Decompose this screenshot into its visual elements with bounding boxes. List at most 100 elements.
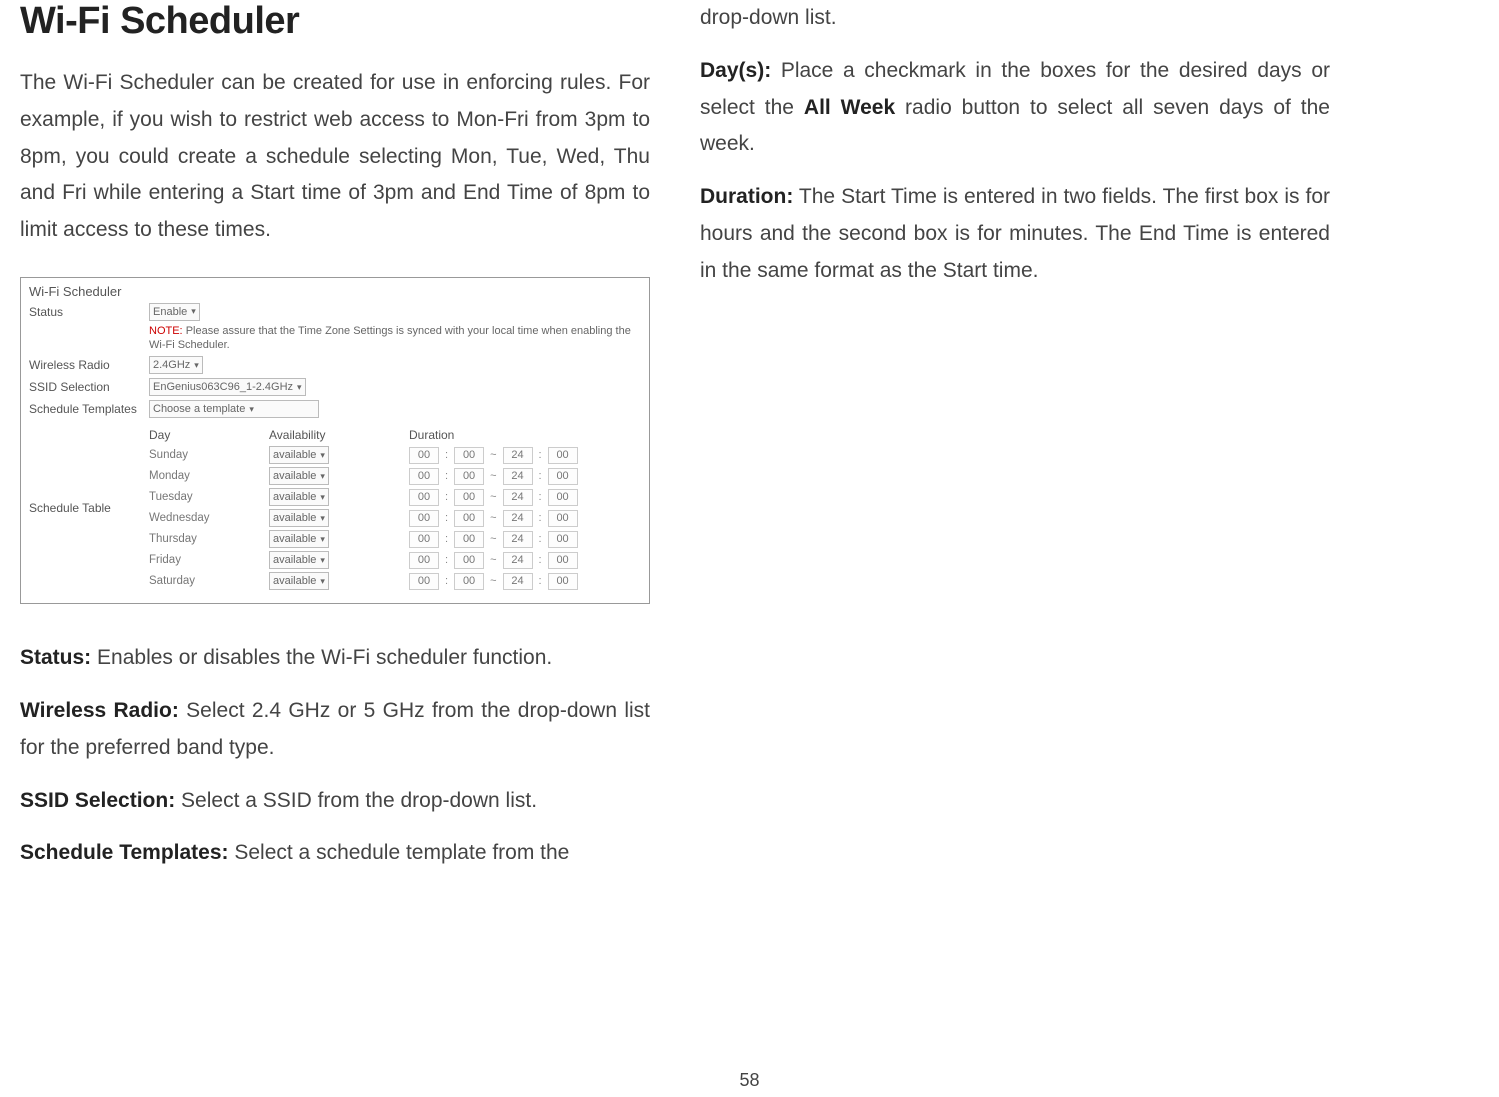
templates-description: Schedule Templates: Select a schedule te… [20,835,650,872]
end-min[interactable]: 00 [548,489,578,506]
all-week-term: All Week [804,96,895,119]
colon: : [539,533,542,545]
colon: : [539,470,542,482]
end-hour[interactable]: 24 [503,468,533,485]
end-min[interactable]: 00 [548,531,578,548]
start-min[interactable]: 00 [454,489,484,506]
schedule-table-label: Schedule Table [29,501,149,515]
table-row: Saturday available▾ 00: 00~ 24: 00 [149,572,641,590]
start-hour[interactable]: 00 [409,447,439,464]
availability-select[interactable]: available ▾ [269,572,329,590]
tilde: ~ [490,449,496,461]
start-hour[interactable]: 00 [409,573,439,590]
ssid-value: EnGenius063C96_1-2.4GHz [153,381,293,393]
start-hour[interactable]: 00 [409,552,439,569]
col-availability: Availability [269,428,409,442]
table-row: Wednesday available▾ 00: 00 ~ 24: 00 [149,509,641,527]
availability-select[interactable]: available▾ [269,509,329,527]
end-hour[interactable]: 24 [503,573,533,590]
day-cell: Thursday [149,533,269,545]
start-hour[interactable]: 00 [409,510,439,527]
table-row: Tuesday available▾ 00: 00~ 24: 00 [149,488,641,506]
chevron-down-icon: ▾ [297,382,302,393]
status-select[interactable]: Enable ▾ [149,303,200,321]
end-min[interactable]: 00 [548,552,578,569]
chevron-down-icon: ▾ [320,492,325,503]
end-hour[interactable]: 24 [503,447,533,464]
start-min[interactable]: 00 [454,510,484,527]
intro-paragraph: The Wi-Fi Scheduler can be created for u… [20,65,650,249]
wireless-radio-term: Wireless Radio: [20,699,179,722]
ssid-description: SSID Selection: Select a SSID from the d… [20,783,650,820]
colon: : [539,512,542,524]
colon: : [445,491,448,503]
note-text: Please assure that the Time Zone Setting… [149,325,631,351]
schedule-templates-label: Schedule Templates [29,400,149,416]
table-row: Friday available▾ 00: 00~ 24: 00 [149,551,641,569]
end-hour[interactable]: 24 [503,552,533,569]
start-min[interactable]: 00 [454,573,484,590]
col-day: Day [149,428,269,442]
colon: : [445,533,448,545]
page-number: 58 [739,1070,759,1091]
colon: : [539,575,542,587]
end-min[interactable]: 00 [548,447,578,464]
figure-title: Wi-Fi Scheduler [29,284,641,299]
day-cell: Saturday [149,575,269,587]
tilde: ~ [490,575,496,587]
day-cell: Wednesday [149,512,269,524]
tilde: ~ [490,554,496,566]
note-label: NOTE: [149,325,183,337]
start-min[interactable]: 00 [454,447,484,464]
availability-select[interactable]: available ▾ [269,446,329,464]
end-min[interactable]: 00 [548,510,578,527]
right-column: drop-down list. Day(s): Place a checkmar… [700,0,1330,888]
start-min[interactable]: 00 [454,468,484,485]
end-min[interactable]: 00 [548,468,578,485]
chevron-down-icon: ▾ [320,576,325,587]
templates-term: Schedule Templates: [20,841,229,864]
start-min[interactable]: 00 [454,552,484,569]
days-term: Day(s): [700,59,771,82]
end-min[interactable]: 00 [548,573,578,590]
availability-value: available [273,470,316,482]
left-column: Wi-Fi Scheduler The Wi-Fi Scheduler can … [20,0,650,888]
availability-value: available [273,575,316,587]
availability-select[interactable]: available▾ [269,530,329,548]
colon: : [445,512,448,524]
availability-select[interactable]: available▾ [269,551,329,569]
chevron-down-icon: ▾ [320,471,325,482]
end-hour[interactable]: 24 [503,531,533,548]
availability-select[interactable]: available ▾ [269,467,329,485]
availability-value: available [273,533,316,545]
availability-value: available [273,449,316,461]
start-hour[interactable]: 00 [409,489,439,506]
colon: : [445,554,448,566]
table-row: Sunday available▾ 00: 00~ 24: 00 [149,446,641,464]
availability-value: available [273,491,316,503]
wifi-scheduler-figure: Wi-Fi Scheduler Status Enable ▾ NOTE: Pl… [20,277,650,605]
start-hour[interactable]: 00 [409,468,439,485]
day-cell: Tuesday [149,491,269,503]
duration-term: Duration: [700,185,793,208]
start-min[interactable]: 00 [454,531,484,548]
wireless-radio-description: Wireless Radio: Select 2.4 GHz or 5 GHz … [20,693,650,767]
chevron-down-icon: ▾ [191,306,196,317]
templates-continued: drop-down list. [700,0,1330,37]
wireless-radio-select[interactable]: 2.4GHz ▾ [149,356,203,374]
ssid-select[interactable]: EnGenius063C96_1-2.4GHz ▾ [149,378,306,396]
page-title: Wi-Fi Scheduler [20,0,650,43]
end-hour[interactable]: 24 [503,489,533,506]
ssid-selection-label: SSID Selection [29,378,149,394]
col-duration: Duration [409,428,641,442]
end-hour[interactable]: 24 [503,510,533,527]
table-row: Thursday available▾ 00: 00~ 24: 00 [149,530,641,548]
start-hour[interactable]: 00 [409,531,439,548]
table-row: Monday available▾ 00: 00~ 24: 00 [149,467,641,485]
tilde: ~ [490,512,496,524]
status-text: Enables or disables the Wi-Fi scheduler … [91,646,552,669]
template-select[interactable]: Choose a template ▾ [149,400,319,418]
availability-value: available [273,554,316,566]
chevron-down-icon: ▾ [320,450,325,461]
availability-select[interactable]: available ▾ [269,488,329,506]
